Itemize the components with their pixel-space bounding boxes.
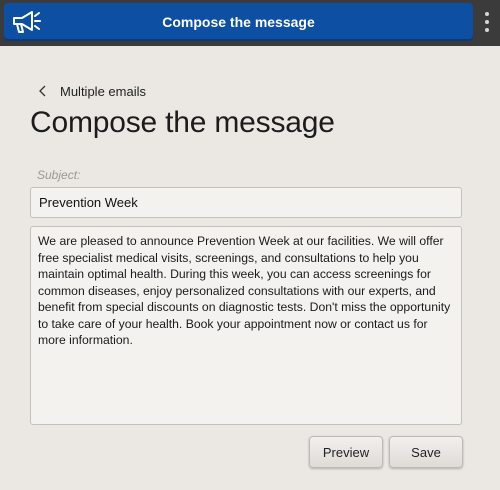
subject-input[interactable] <box>30 187 462 218</box>
save-button[interactable]: Save <box>389 436 463 468</box>
message-body-textarea[interactable]: We are pleased to announce Prevention We… <box>30 226 462 425</box>
breadcrumb-label: Multiple emails <box>60 83 146 99</box>
breadcrumb-back-link[interactable]: Multiple emails <box>38 82 146 100</box>
title-banner: Compose the message <box>4 3 473 41</box>
app-window: Compose the message Multiple emails Comp… <box>0 0 500 490</box>
preview-button[interactable]: Preview <box>309 436 383 468</box>
subject-label: Subject: <box>37 168 81 182</box>
page-title: Compose the message <box>30 106 335 139</box>
kebab-menu-icon[interactable] <box>478 10 496 36</box>
chevron-left-icon <box>39 85 46 97</box>
window-title: Compose the message <box>162 14 315 30</box>
title-bar: Compose the message <box>0 0 500 46</box>
